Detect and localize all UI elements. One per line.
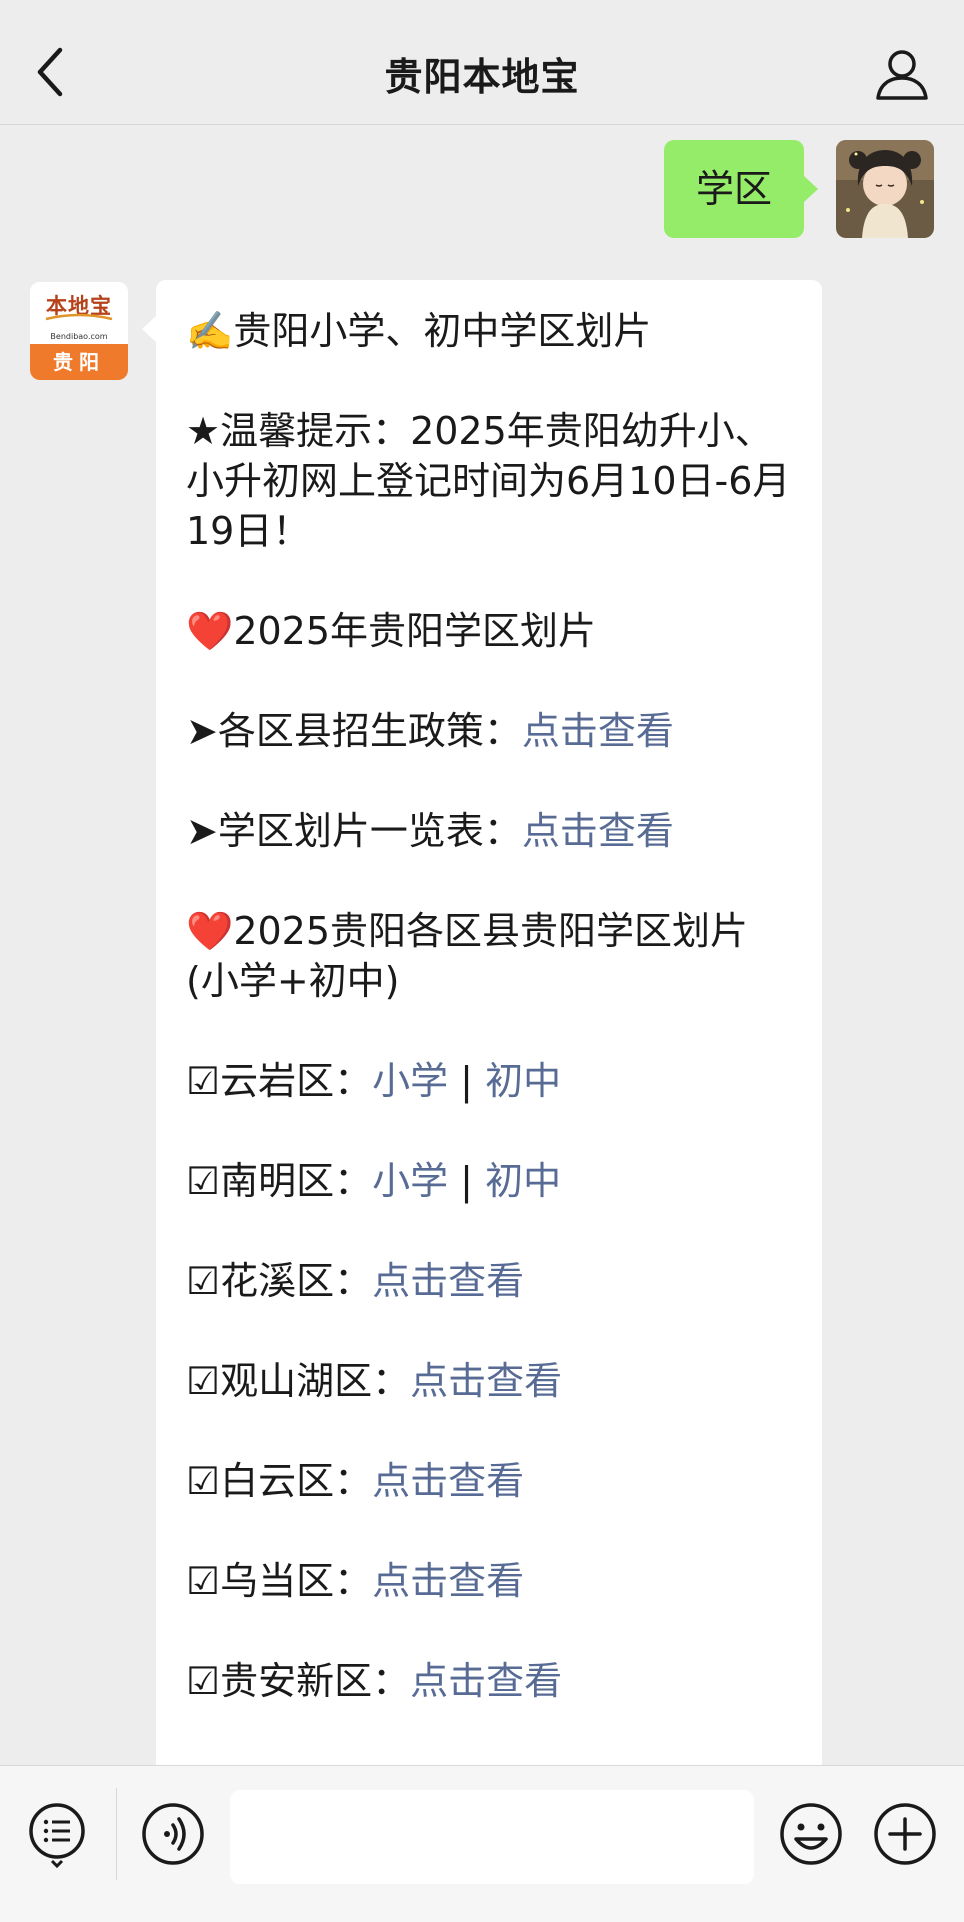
logo-city: 贵阳 [30,344,128,380]
policy-link[interactable]: 点击查看 [522,709,674,753]
profile-icon[interactable] [874,46,930,102]
table-label: ➤学区划片一览表： [186,809,522,853]
separator: | [448,1059,486,1103]
plus-icon[interactable] [870,1799,940,1869]
bottom-input-bar [0,1765,964,1922]
primary-school-link[interactable]: 小学 [372,1059,448,1103]
middle-school-link[interactable]: 初中 [485,1159,561,1203]
page-title: 贵阳本地宝 [384,55,580,99]
logo: 本地宝 Bendibao.com [30,282,128,344]
district-row-nanming: ☑南明区：小学 | 初中 [186,1156,796,1206]
primary-school-link[interactable]: 小学 [372,1159,448,1203]
district-link[interactable]: 点击查看 [372,1559,524,1603]
district-label: ☑南明区： [186,1159,373,1203]
user-avatar-image [836,140,934,238]
district-link[interactable]: 点击查看 [410,1359,562,1403]
table-link[interactable]: 点击查看 [522,809,674,853]
district-label: ☑云岩区： [186,1059,373,1103]
district-row-baiyun: ☑白云区：点击查看 [186,1456,796,1506]
user-avatar[interactable] [836,140,934,238]
district-row-guian: ☑贵安新区：点击查看 [186,1656,796,1706]
district-row-guanshanhu: ☑观山湖区：点击查看 [186,1356,796,1406]
separator: | [448,1159,486,1203]
menu-icon[interactable] [24,1799,94,1869]
section-heading-2: ❤️2025贵阳各区县贵阳学区划片(小学+初中) [186,906,796,1006]
voice-icon[interactable] [138,1799,208,1869]
heart-icon: ❤️ [186,609,234,653]
district-link[interactable]: 点击查看 [410,1659,562,1703]
logo-subtext: Bendibao.com [50,332,108,341]
logo-swoosh-icon [45,313,113,321]
district-row-huaxi: ☑花溪区：点击查看 [186,1256,796,1306]
district-row-yunyan: ☑云岩区：小学 | 初中 [186,1056,796,1106]
section-heading-text: 2025贵阳各区县贵阳学区划片(小学+初中) [186,909,749,1003]
policy-label: ➤各区县招生政策： [186,709,522,753]
official-account-avatar[interactable]: 本地宝 Bendibao.com 贵阳 [30,282,128,380]
district-label: ☑白云区： [186,1459,373,1503]
section-heading-text: 2025年贵阳学区划片 [233,609,597,653]
top-navigation-bar: 贵阳本地宝 [0,0,964,125]
message-input[interactable] [230,1790,754,1884]
outgoing-message: 学区 [634,140,934,240]
section-heading-1: ❤️2025年贵阳学区划片 [186,606,796,656]
district-link[interactable]: 点击查看 [372,1459,524,1503]
middle-school-link[interactable]: 初中 [485,1059,561,1103]
district-label: ☑贵安新区： [186,1659,411,1703]
table-row: ➤学区划片一览表：点击查看 [186,806,796,856]
heart-icon: ❤️ [186,909,234,953]
divider [116,1788,117,1880]
incoming-bubble: ✍️贵阳小学、初中学区划片 ★温馨提示：2025年贵阳幼升小、小升初网上登记时间… [142,280,822,1780]
message-title: ✍️贵阳小学、初中学区划片 [186,309,652,353]
district-row-wudang: ☑乌当区：点击查看 [186,1556,796,1606]
outgoing-bubble[interactable]: 学区 [663,140,819,238]
registration-tip: ★温馨提示：2025年贵阳幼升小、小升初网上登记时间为6月10日-6月19日！ [186,409,791,553]
district-label: ☑观山湖区： [186,1359,411,1403]
emoji-icon[interactable] [776,1799,846,1869]
district-label: ☑花溪区： [186,1259,373,1303]
policy-row: ➤各区县招生政策：点击查看 [186,706,796,756]
district-link[interactable]: 点击查看 [372,1259,524,1303]
district-label: ☑乌当区： [186,1559,373,1603]
